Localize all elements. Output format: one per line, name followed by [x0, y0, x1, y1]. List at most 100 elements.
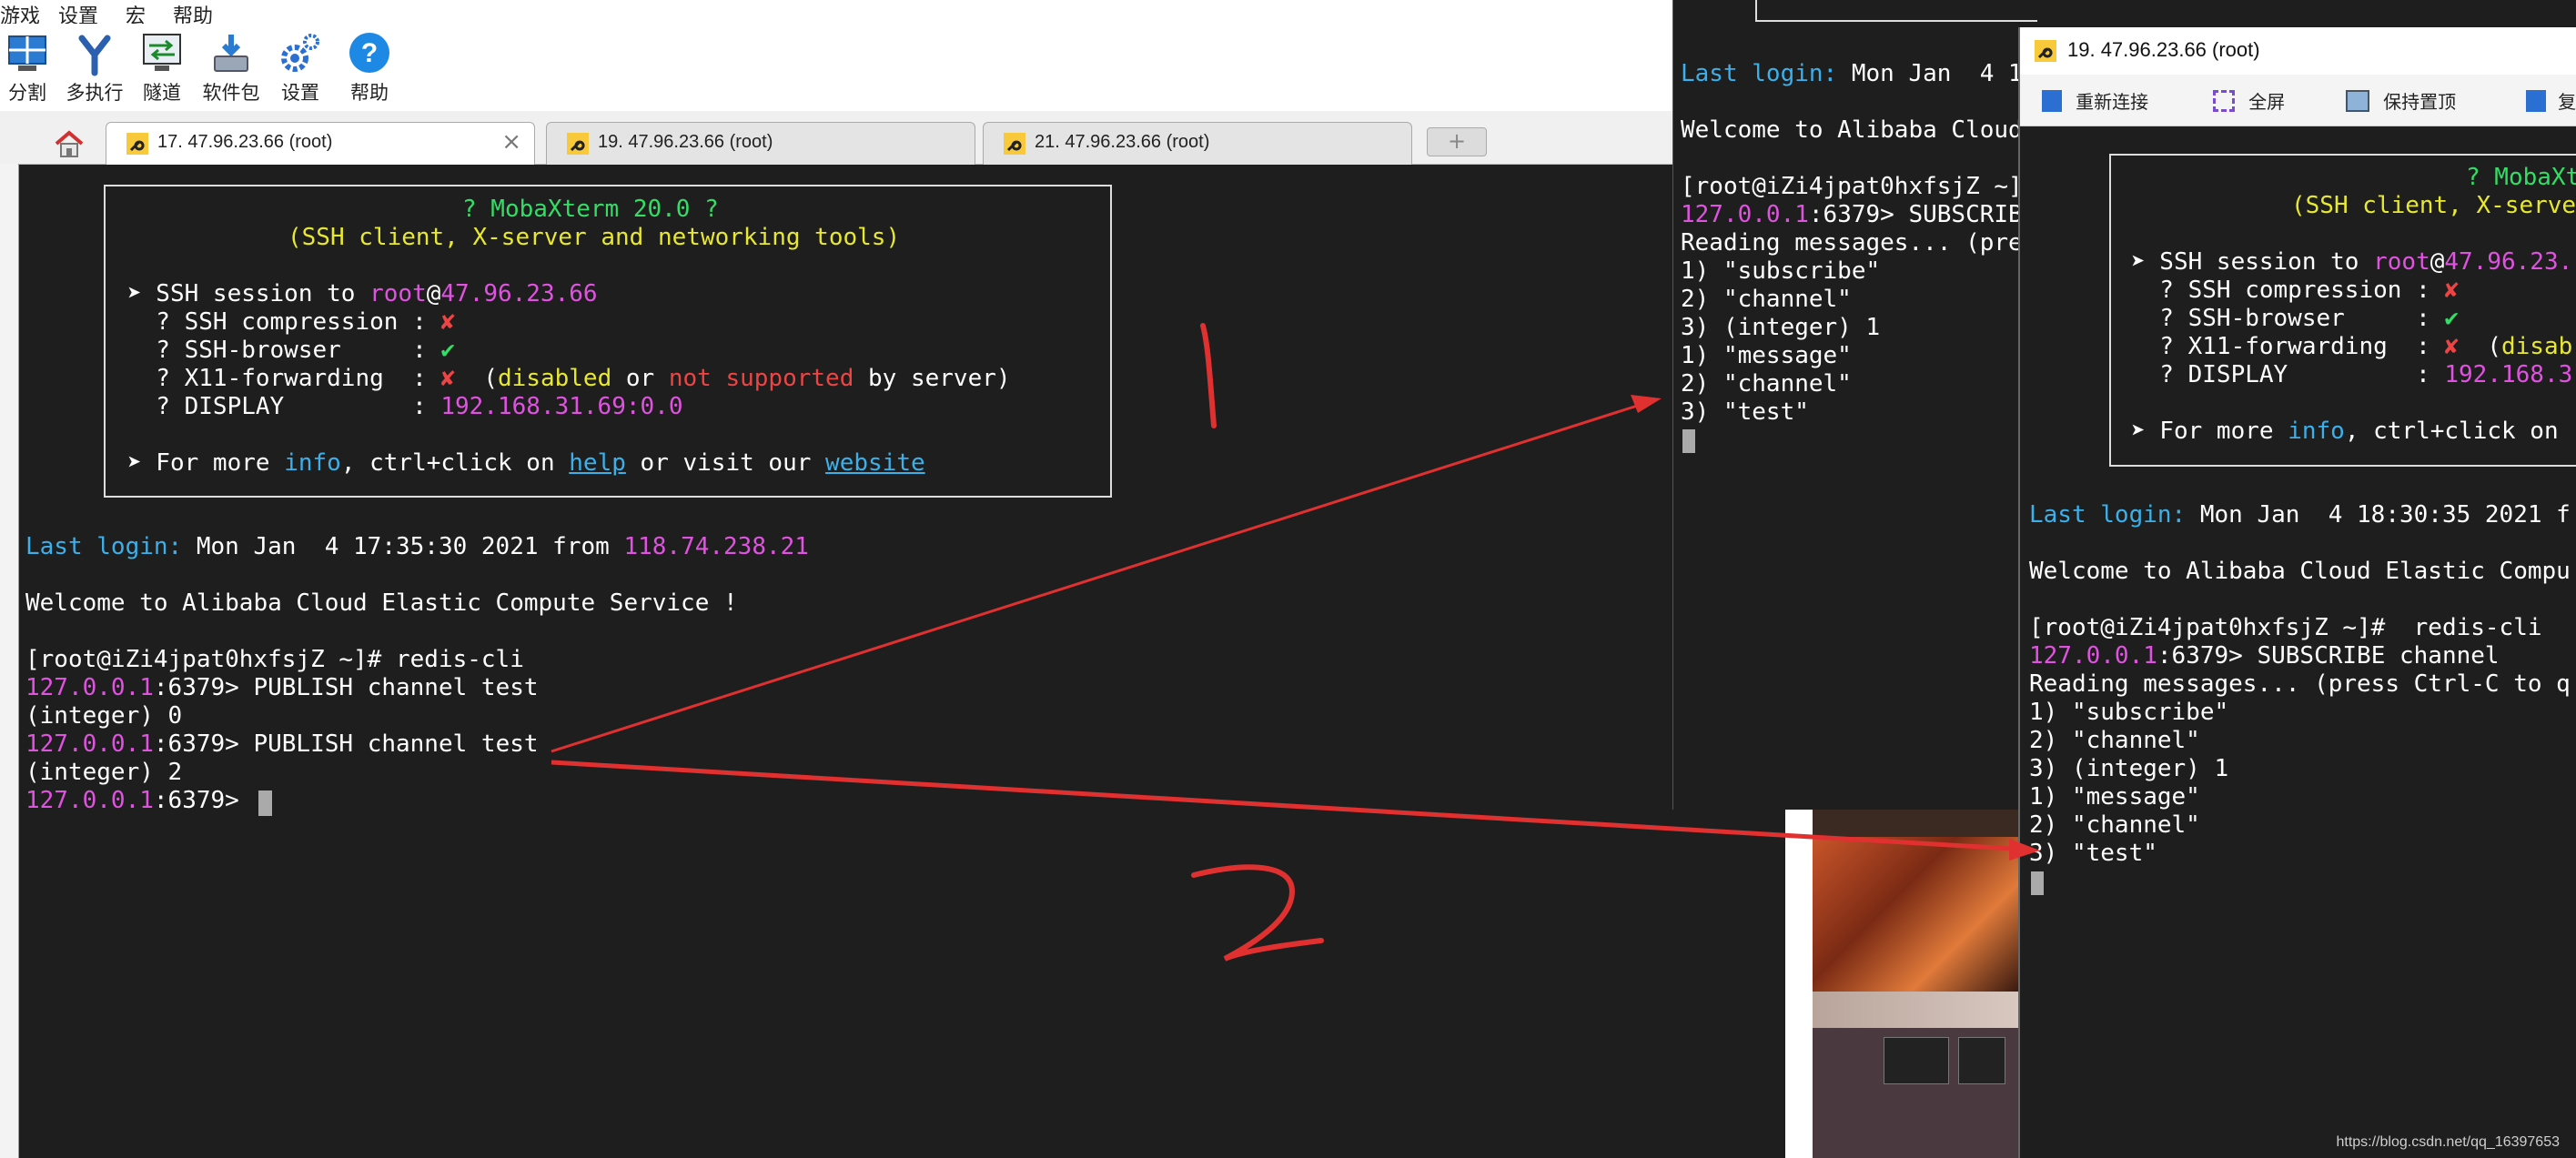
message-line: 1) "subscribe" — [2029, 699, 2229, 726]
window-gap — [1785, 810, 1813, 1158]
tab-strip: 17. 47.96.23.66 (root) × 19. 47.96.23.66… — [0, 111, 1674, 165]
tunnel-label: 隧道 — [143, 82, 181, 104]
banner-subtitle: (SSH client, X-server and networking too… — [288, 224, 901, 251]
display-line: ? DISPLAY : 192.168.3 — [2131, 361, 2573, 388]
shell-prompt-line: [root@iZi4jpat0hxfsjZ ~] — [1681, 173, 2023, 200]
packages-label: 软件包 — [202, 82, 260, 104]
tab-label: 19. 47.96.23.66 (root) — [598, 132, 773, 152]
terminal-cursor — [2031, 871, 2044, 895]
svg-text:?: ? — [361, 38, 378, 68]
split-label: 分割 — [8, 82, 46, 104]
packages-button[interactable]: 软件包 — [195, 31, 268, 111]
ssh-browser-line: ? SSH-browser : ✔ — [2131, 305, 2460, 332]
home-icon — [55, 130, 84, 157]
info-link[interactable]: info — [2288, 418, 2345, 445]
settings-button[interactable]: 设置 — [264, 31, 337, 111]
banner-subtitle: (SSH client, X-serve — [2291, 192, 2576, 219]
redis-prompt-line: 127.0.0.1:6379> — [25, 787, 254, 814]
message-line: 3) "test" — [1681, 398, 1809, 426]
tab-session-17[interactable]: 17. 47.96.23.66 (root) × — [106, 122, 535, 165]
sidebar-strip — [0, 164, 19, 1158]
more-info-line: ➤ For more info, ctrl+click on help or v… — [127, 449, 925, 477]
copy-button[interactable]: 复 — [2526, 87, 2576, 114]
message-line: 3) (integer) 1 — [2029, 755, 2229, 782]
key-icon — [2035, 40, 2056, 62]
redis-result-line: (integer) 0 — [25, 702, 183, 730]
reconnect-icon — [2042, 89, 2062, 112]
x11-forwarding-line: ? X11-forwarding : ✘ (disabled or not su… — [127, 365, 1011, 392]
settings-label: 设置 — [281, 82, 319, 104]
help-link[interactable]: help — [569, 449, 626, 477]
welcome-line: Welcome to Alibaba Cloud — [1681, 116, 2023, 144]
plus-icon: + — [1448, 128, 1467, 154]
reconnect-button[interactable]: 重新连接 — [2042, 87, 2148, 114]
terminal-subscriber-1[interactable]: Last login: Mon Jan 4 1 Welcome to Aliba… — [1672, 0, 2037, 810]
multi-exec-button[interactable]: 多执行 — [58, 31, 131, 111]
split-screen-icon — [8, 35, 46, 71]
terminal-cursor — [1682, 429, 1695, 453]
redis-command-line: 127.0.0.1:6379> PUBLISH channel test — [25, 674, 539, 701]
key-icon — [567, 133, 589, 155]
reading-messages-line: Reading messages... (press Ctrl-C to q — [2029, 670, 2571, 698]
reading-messages-line: Reading messages... (pre — [1681, 229, 2023, 257]
ssh-compression-line: ? SSH compression : ✘ — [127, 308, 456, 336]
stay-on-top-button[interactable]: 保持置顶 — [2346, 87, 2456, 114]
info-link[interactable]: info — [284, 449, 341, 477]
shell-prompt-line: [root@iZi4jpat0hxfsjZ ~]# redis-cli — [25, 646, 524, 673]
fullscreen-button[interactable]: 全屏 — [2213, 87, 2285, 114]
message-line: 1) "message" — [1681, 342, 1852, 369]
redis-command-line: 127.0.0.1:6379> PUBLISH channel test — [25, 730, 539, 758]
welcome-line: Welcome to Alibaba Cloud Elastic Compute… — [25, 589, 738, 617]
help-button[interactable]: ? 帮助 — [333, 31, 406, 111]
ssh-session-line: ➤ SSH session to root@47.96.23. — [2131, 248, 2573, 276]
terminal-main[interactable]: ? MobaXterm 20.0 ? (SSH client, X-server… — [20, 165, 1785, 1158]
website-link[interactable]: website — [825, 449, 925, 477]
tab-session-21[interactable]: 21. 47.96.23.66 (root) — [983, 122, 1412, 165]
message-line: 3) "test" — [2029, 840, 2157, 867]
background-photo — [1813, 810, 2018, 1158]
split-button[interactable]: 分割 — [0, 31, 64, 111]
terminal-cursor — [258, 790, 272, 816]
key-icon — [1004, 133, 1025, 155]
last-login-line: Last login: Mon Jan 4 17:35:30 2021 from… — [25, 533, 809, 560]
watermark: https://blog.csdn.net/qq_16397653 — [2336, 1134, 2560, 1150]
banner-title: ? MobaXt — [2466, 164, 2576, 191]
ssh-session-line: ➤ SSH session to root@47.96.23.66 — [127, 280, 598, 307]
menu-bar: 游戏 设置 宏 帮助 — [0, 0, 1674, 28]
packages-icon — [214, 35, 248, 72]
message-line: 1) "message" — [2029, 783, 2200, 811]
x11-forwarding-line: ? X11-forwarding : ✘ (disab — [2131, 333, 2573, 360]
new-tab-button[interactable]: + — [1427, 127, 1487, 156]
tab-session-19[interactable]: 19. 47.96.23.66 (root) — [546, 122, 975, 165]
tunnel-icon — [143, 34, 181, 71]
tab-label: 17. 47.96.23.66 (root) — [157, 132, 333, 152]
ssh-browser-line: ? SSH-browser : ✔ — [127, 337, 456, 364]
home-tab[interactable] — [42, 122, 96, 164]
shell-prompt-line: [root@iZi4jpat0hxfsjZ ~]# redis-cli — [2029, 614, 2542, 641]
gear-icon — [281, 34, 319, 72]
close-icon[interactable]: × — [501, 128, 521, 156]
main-toolbar: 分割 多执行 隧道 软件包 设置 ? 帮助 — [0, 24, 1674, 111]
message-line: 2) "channel" — [1681, 286, 1852, 313]
detached-session-window: 19. 47.96.23.66 (root) 重新连接 全屏 保持置顶 复 ? … — [2018, 27, 2576, 1158]
message-line: 2) "channel" — [2029, 811, 2200, 839]
message-line: 2) "channel" — [1681, 370, 1852, 398]
redis-result-line: (integer) 2 — [25, 759, 183, 786]
tunnel-button[interactable]: 隧道 — [126, 31, 198, 111]
fullscreen-icon — [2213, 89, 2235, 112]
banner-box — [1755, 0, 2037, 22]
help-label: 帮助 — [350, 82, 389, 104]
message-line: 2) "channel" — [2029, 727, 2200, 754]
tab-label: 21. 47.96.23.66 (root) — [1035, 132, 1210, 152]
help-icon: ? — [349, 33, 389, 73]
banner-title: ? MobaXterm 20.0 ? — [462, 196, 719, 223]
last-login-line: Last login: Mon Jan 4 1 — [1681, 60, 2023, 87]
window-titlebar[interactable]: 19. 47.96.23.66 (root) — [2020, 27, 2576, 75]
window-title: 19. 47.96.23.66 (root) — [2067, 38, 2260, 61]
redis-command-line: 127.0.0.1:6379> SUBSCRIBE channel — [2029, 642, 2500, 670]
pin-icon — [2346, 89, 2369, 112]
message-line: 1) "subscribe" — [1681, 257, 1881, 285]
redis-command-line: 127.0.0.1:6379> SUBSCRIBE — [1681, 201, 2037, 228]
multi-exec-label: 多执行 — [66, 82, 124, 104]
welcome-line: Welcome to Alibaba Cloud Elastic Compu — [2029, 558, 2571, 585]
